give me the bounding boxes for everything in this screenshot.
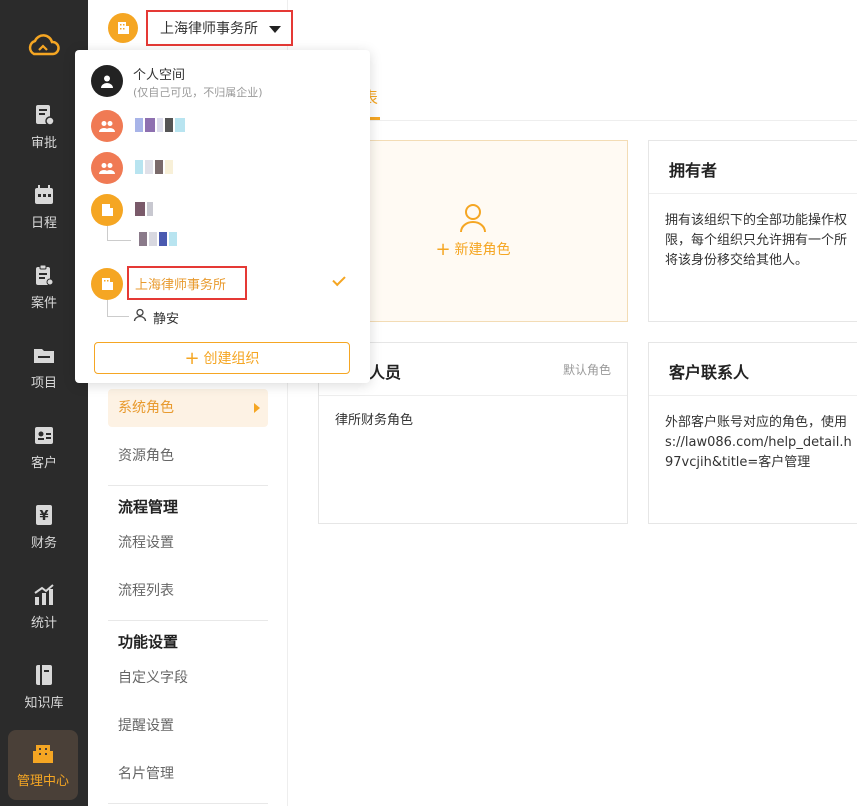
- user-outline-icon: [460, 203, 486, 232]
- triangle-right-icon: [254, 403, 260, 413]
- nav-label: 统计: [30, 616, 57, 631]
- nav-item-knowledge[interactable]: 知识库: [0, 652, 88, 722]
- personal-space-title[interactable]: 个人空间: [133, 64, 185, 83]
- org-item-selected[interactable]: 上海律师事务所: [127, 266, 247, 300]
- role-title: 拥有者: [669, 161, 718, 180]
- sidebar-item-reminder-settings[interactable]: 提醒设置: [108, 707, 268, 745]
- sidebar-divider: [108, 485, 268, 486]
- org-building-icon: [108, 13, 138, 43]
- tree-connector: [107, 226, 108, 240]
- client-icon: [35, 427, 53, 444]
- new-role-label: 新建角色: [454, 242, 511, 258]
- personal-space-subtitle: (仅自己可见，不归属企业): [133, 86, 263, 99]
- org-switcher-dropdown: 个人空间 (仅自己可见，不归属企业) 上海律师事务所 静安 + 创建组织: [75, 50, 370, 383]
- sidebar-item-custom-fields[interactable]: 自定义字段: [108, 659, 268, 697]
- stats-icon: [34, 584, 54, 605]
- role-title: 客户联系人: [669, 363, 750, 382]
- org-item-obscured[interactable]: [135, 202, 153, 216]
- nav-label: 财务: [30, 536, 57, 551]
- desc-line: 将该身份移交给其他人。: [665, 253, 809, 268]
- plus-icon: +: [184, 347, 200, 369]
- sidebar-item-label: 系统角色: [118, 400, 174, 416]
- sidebar-divider: [108, 803, 268, 804]
- card-divider: [649, 395, 857, 396]
- desc-line: 拥有该组织下的全部功能操作权: [665, 213, 848, 228]
- role-description: 外部客户账号对应的角色，使用 s://law086.com/help_detai…: [665, 413, 852, 473]
- nav-item-stats[interactable]: 统计: [0, 572, 88, 642]
- card-divider: [649, 193, 857, 194]
- member-icon: [133, 308, 147, 322]
- desc-line: 限，每个组织只允许拥有一个所: [665, 233, 848, 248]
- finance-icon: ¥: [36, 505, 52, 525]
- org-item-obscured[interactable]: [135, 160, 173, 174]
- role-description: 律所财务角色: [335, 413, 414, 428]
- card-divider: [319, 395, 627, 396]
- tree-connector: [107, 316, 129, 317]
- role-card-owner[interactable]: 拥有者 拥有该组织下的全部功能操作权 限，每个组织只允许拥有一个所 将该身份移交…: [648, 140, 857, 322]
- tree-connector: [107, 300, 108, 316]
- role-description: 拥有该组织下的全部功能操作权 限，每个组织只允许拥有一个所 将该身份移交给其他人…: [665, 211, 847, 271]
- sidebar-item-label: 资源角色: [118, 448, 174, 464]
- role-title: 人员: [369, 363, 402, 382]
- sidebar-heading-feature: 功能设置: [118, 633, 179, 651]
- desc-line: 97vcjih&title=客户管理: [665, 455, 811, 470]
- tabs-divider: [290, 120, 857, 121]
- sub-member-label[interactable]: 静安: [153, 308, 179, 327]
- org-item-obscured[interactable]: [135, 118, 185, 132]
- sidebar-item-resource-roles[interactable]: 资源角色: [108, 437, 268, 475]
- nav-label: 审批: [30, 136, 57, 151]
- default-role-tag: 默认角色: [562, 363, 611, 377]
- sidebar-item-process-list[interactable]: 流程列表: [108, 572, 268, 610]
- caret-down-icon: [269, 26, 281, 33]
- create-org-button[interactable]: + 创建组织: [94, 342, 350, 374]
- sidebar-heading-process: 流程管理: [118, 498, 179, 516]
- sidebar-item-card-management[interactable]: 名片管理: [108, 755, 268, 793]
- sidebar-item-label: 自定义字段: [118, 670, 188, 686]
- group-avatar-icon: [91, 152, 123, 184]
- nav-item-finance[interactable]: ¥ 财务: [0, 492, 88, 562]
- role-card-client-contact[interactable]: 客户联系人 外部客户账号对应的角色，使用 s://law086.com/help…: [648, 342, 857, 524]
- nav-item-admin[interactable]: 管理中心: [8, 730, 78, 800]
- sidebar-divider: [108, 620, 268, 621]
- desc-line: s://law086.com/help_detail.h: [665, 435, 852, 450]
- sidebar-item-label: 名片管理: [118, 766, 174, 782]
- project-icon: [34, 349, 54, 363]
- tree-connector: [107, 240, 131, 241]
- admin-icon: [33, 745, 53, 763]
- sidebar-item-label: 流程列表: [118, 583, 174, 599]
- nav-label: 案件: [30, 296, 57, 311]
- svg-text:¥: ¥: [39, 509, 48, 524]
- calendar-icon: [35, 185, 53, 204]
- sidebar-item-process-settings[interactable]: 流程设置: [108, 524, 268, 562]
- sidebar-item-label: 流程设置: [118, 535, 174, 551]
- cloud-logo-icon: [28, 34, 60, 56]
- group-avatar-icon: [91, 110, 123, 142]
- check-icon: [332, 272, 346, 287]
- approval-icon: [36, 105, 55, 126]
- personal-avatar-icon: [91, 65, 123, 97]
- nav-label: 项目: [30, 376, 57, 391]
- sidebar-item-label: 提醒设置: [118, 718, 174, 734]
- knowledge-icon: [36, 665, 52, 685]
- plus-icon: +: [435, 238, 451, 260]
- nav-item-client[interactable]: 客户: [0, 412, 88, 482]
- nav-label: 客户: [30, 456, 57, 471]
- nav-label: 日程: [30, 216, 57, 231]
- desc-line: 外部客户账号对应的角色，使用: [665, 415, 848, 430]
- create-org-label: 创建组织: [203, 351, 260, 367]
- org-sub-item-obscured[interactable]: [139, 232, 177, 246]
- sidebar-item-system-roles[interactable]: 系统角色: [108, 389, 268, 427]
- org-switcher-select[interactable]: 上海律师事务所: [146, 10, 293, 46]
- nav-label: 知识库: [24, 696, 64, 711]
- case-icon: [36, 264, 54, 286]
- org-switcher-label: 上海律师事务所: [160, 21, 258, 37]
- nav-label: 管理中心: [16, 774, 69, 789]
- org-item-label: 上海律师事务所: [135, 277, 227, 293]
- org-building-icon: [91, 194, 123, 226]
- org-building-icon: [91, 268, 123, 300]
